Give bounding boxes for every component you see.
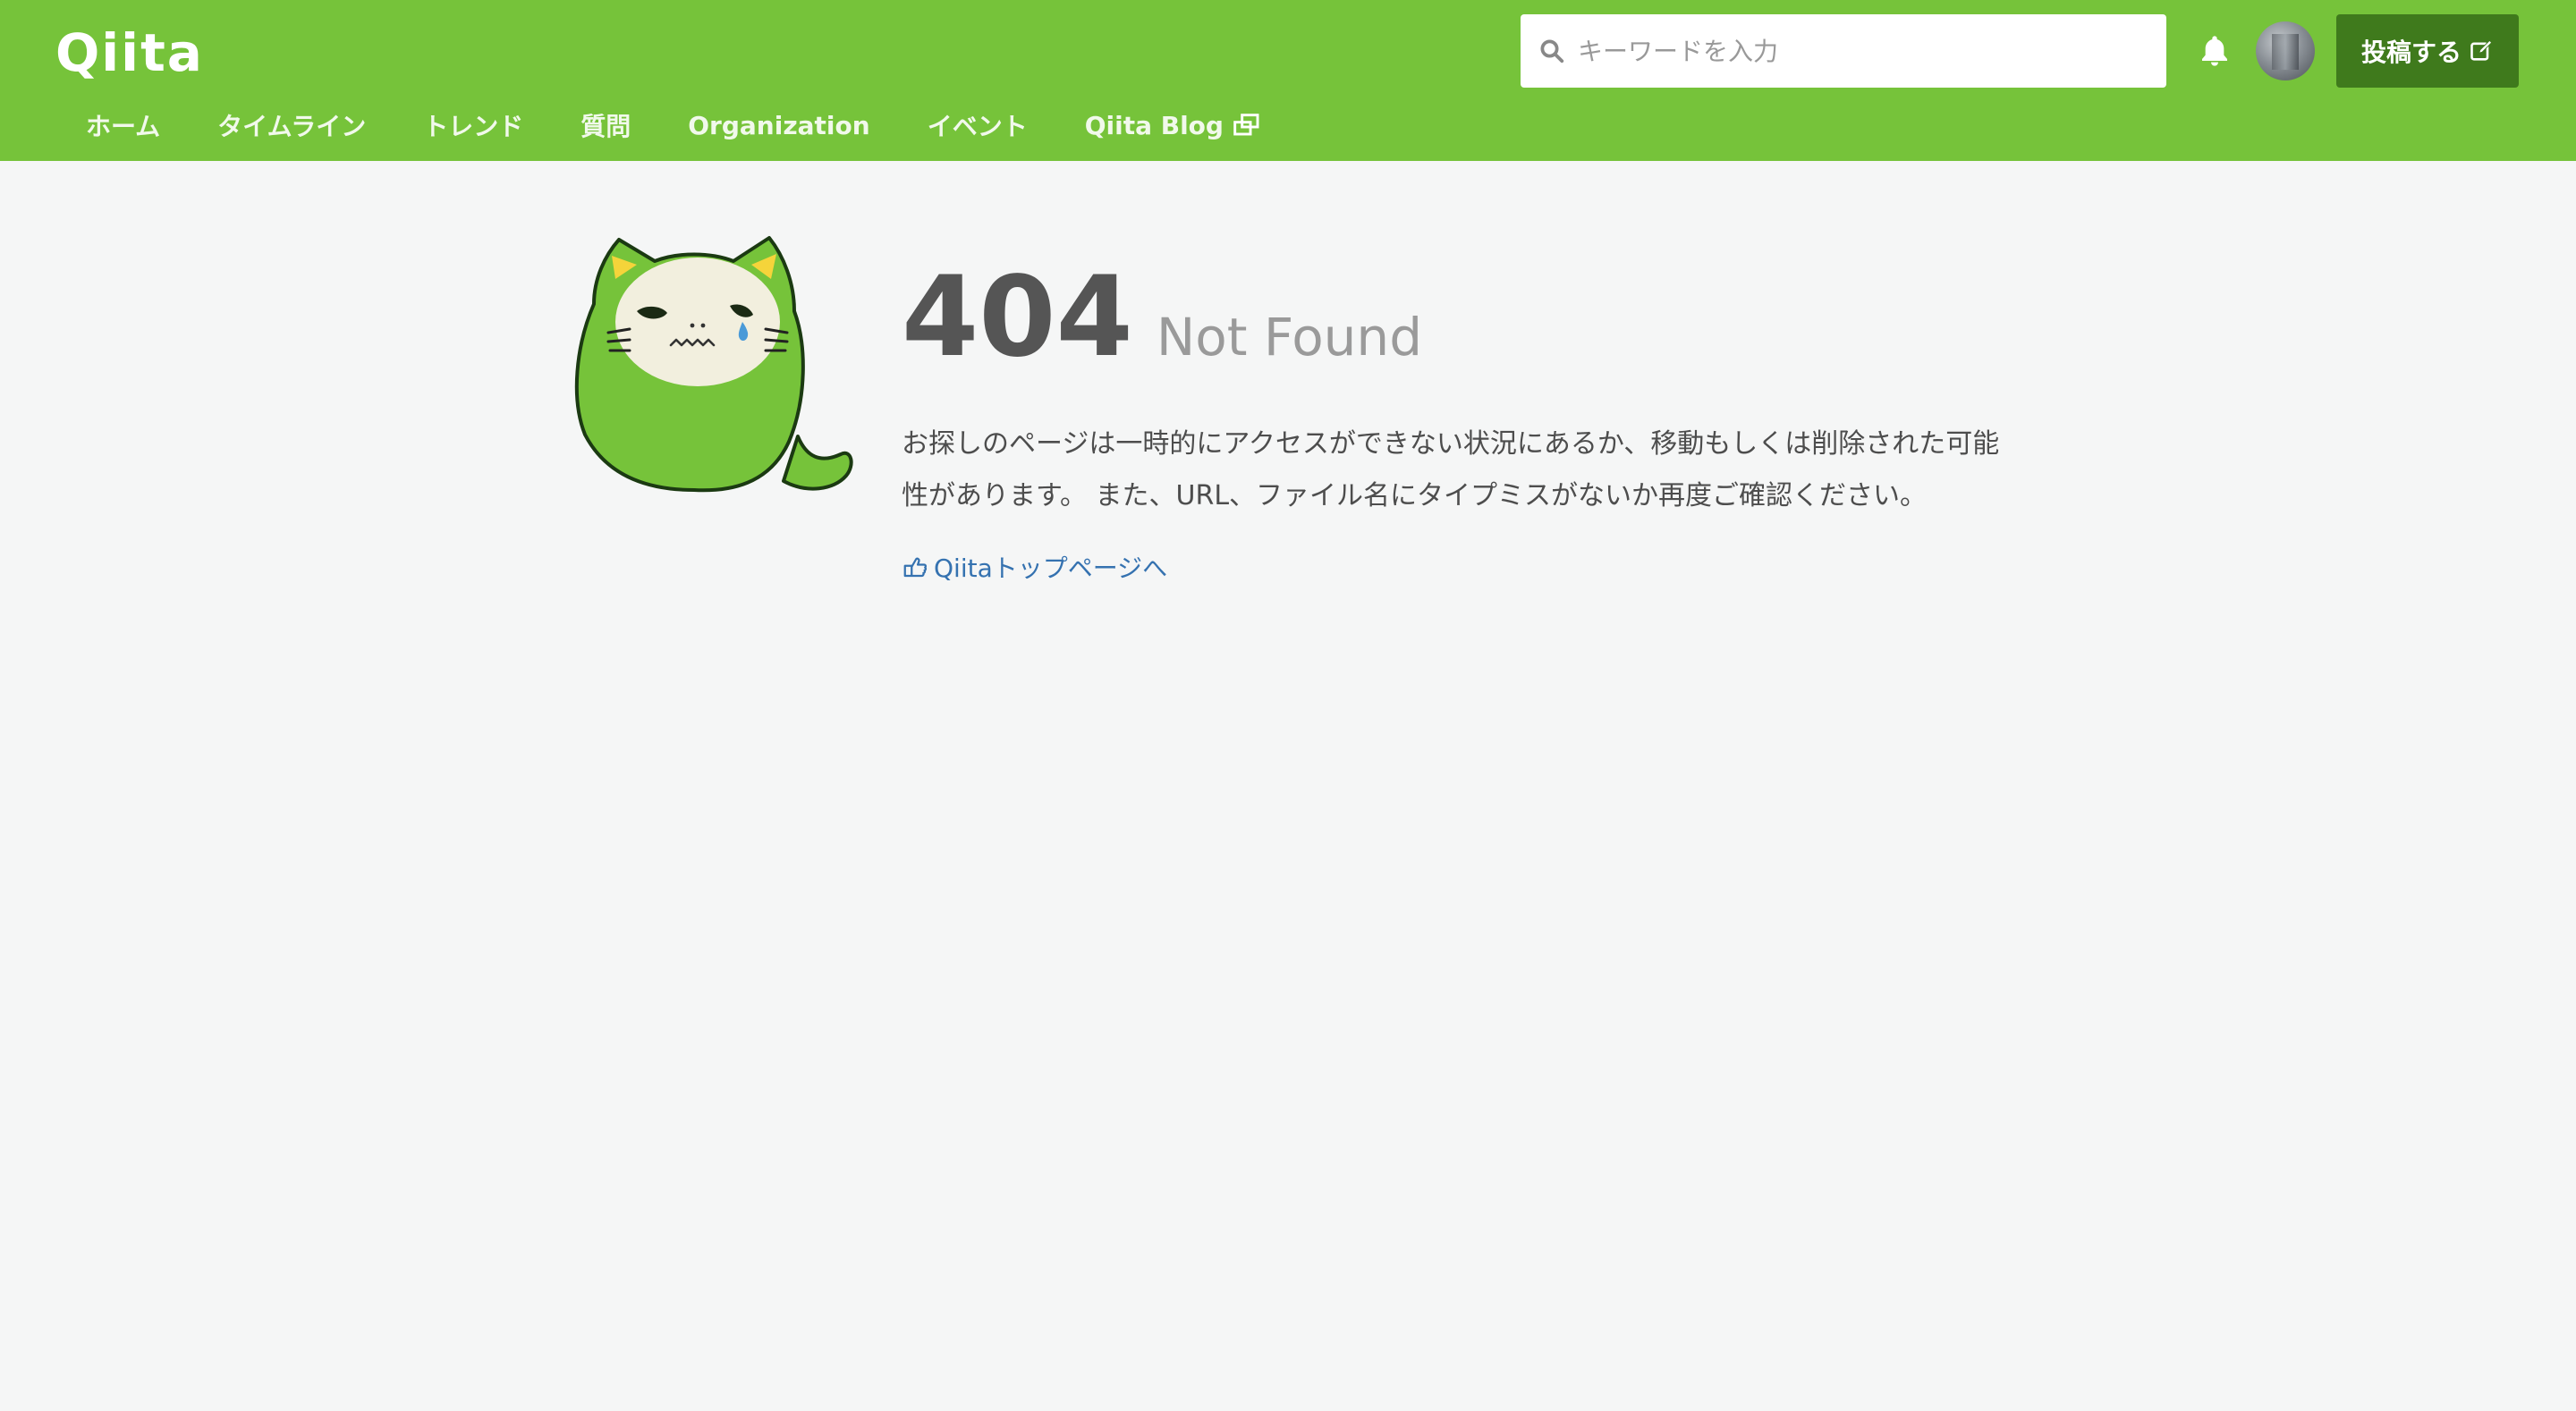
error-content: 404 Not Found お探しのページは一時的にアクセスができない状況にある… — [902, 259, 2011, 585]
nav-label: ホーム — [86, 112, 161, 141]
nav-item-trend[interactable]: トレンド — [423, 107, 523, 143]
user-avatar[interactable] — [2256, 21, 2315, 80]
error-message: お探しのページは一時的にアクセスができない状況にあるか、移動もしくは削除された可… — [902, 428, 2000, 511]
nav-label: Qiita Blog — [1084, 110, 1224, 140]
error-title-row: 404 Not Found — [902, 259, 2011, 376]
post-article-button[interactable]: 投稿する — [2336, 14, 2519, 88]
nav-label: Organization — [688, 110, 870, 140]
nav-label: イベント — [927, 112, 1028, 141]
nav-item-home[interactable]: ホーム — [86, 107, 160, 143]
global-nav: ホーム タイムライン トレンド 質問 Organization イベント Qii… — [86, 102, 1261, 148]
nav-item-events[interactable]: イベント — [928, 107, 1028, 143]
error-title: Not Found — [1156, 307, 1423, 368]
top-page-link[interactable]: Qiitaトップページへ — [902, 549, 2011, 585]
top-page-link-label: Qiitaトップページへ — [934, 553, 1168, 583]
edit-icon — [2470, 39, 2493, 61]
global-header: Qiita 投稿する ホーム タイムライン トレンド 質問 Organizati… — [0, 0, 2576, 161]
nav-item-questions[interactable]: 質問 — [580, 107, 631, 143]
nav-label: トレンド — [423, 112, 524, 141]
nav-label: 質問 — [580, 112, 631, 141]
error-code: 404 — [902, 253, 1133, 382]
crying-cat-mascot-icon — [574, 236, 853, 493]
search-icon — [1540, 39, 1564, 63]
post-button-label: 投稿する — [2360, 38, 2462, 67]
nav-item-organization[interactable]: Organization — [688, 111, 869, 140]
qiita-logo[interactable]: Qiita — [55, 21, 204, 84]
nav-item-timeline[interactable]: タイムライン — [217, 107, 366, 143]
notification-bell-icon[interactable] — [2197, 32, 2233, 70]
nav-label: タイムライン — [217, 112, 367, 141]
search-box[interactable] — [1521, 14, 2166, 88]
search-input[interactable] — [1578, 14, 2150, 88]
pointing-hand-icon — [903, 557, 928, 578]
nav-item-qiita-blog[interactable]: Qiita Blog — [1085, 111, 1261, 140]
external-link-icon — [1233, 114, 1259, 136]
